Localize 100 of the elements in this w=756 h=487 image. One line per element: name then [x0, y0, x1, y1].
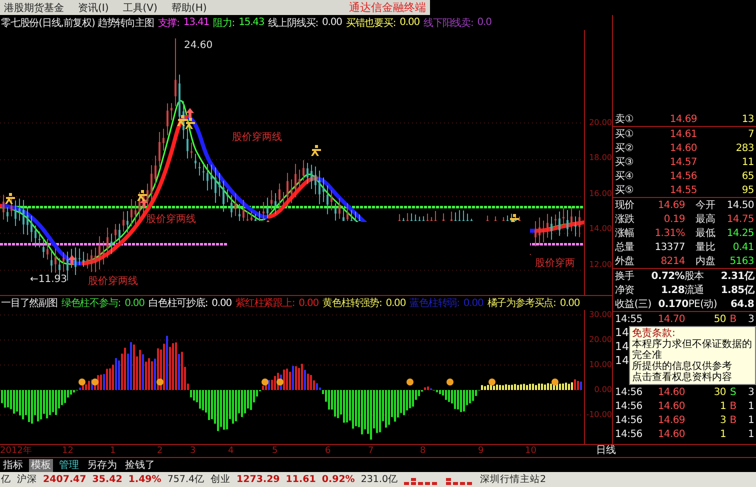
tick-time: 14:56 [615, 428, 644, 440]
panel-tab[interactable]: 另存为 [85, 458, 119, 472]
tick-count: 1 [746, 414, 754, 426]
panel-tab[interactable]: 捡钱了 [123, 458, 157, 472]
menu-item[interactable]: 港股期货基金 [4, 0, 64, 14]
quote-label: 换手 [615, 270, 634, 283]
date-label: 10 [525, 445, 536, 457]
tick-price: 14.60 [656, 400, 685, 412]
date-label: 8 [420, 445, 426, 457]
date-label: 3 [190, 445, 196, 457]
date-label: 5 [272, 445, 278, 457]
quote-volume: 7 [746, 128, 754, 140]
status-text: 1273.29 [236, 474, 280, 485]
indicator-label: 买错也要买: [346, 16, 396, 30]
quote-value: 0.19 [662, 214, 685, 224]
status-text: 2407.47 [43, 474, 86, 485]
tick-price: 14.60 [656, 386, 685, 398]
signal-label: 股价穿两线 [232, 132, 282, 143]
axis-label: 10.00 [588, 360, 612, 371]
status-text: 创业 [210, 473, 231, 486]
quote-value: 2.31亿 [720, 270, 754, 283]
quote-value: 13377 [654, 242, 685, 252]
status-text: 35.42 [92, 474, 122, 485]
indicator-value: 15.43 [238, 17, 264, 28]
quote-label: 内盘 [694, 254, 715, 268]
date-label: 7 [368, 445, 374, 457]
quote-price: 14.56 [668, 170, 697, 182]
quote-label: 卖① [615, 112, 634, 126]
quote-price: 14.60 [668, 142, 697, 154]
indicator-label: 阻力: [212, 16, 235, 30]
indicator-label: 蓝色柱转弱: [410, 296, 460, 310]
panel-tab[interactable]: 模板 [29, 458, 53, 472]
quote-label: 净资 [615, 284, 634, 297]
date-label: 2012年 [0, 445, 32, 457]
quote-value: 14.69 [656, 200, 685, 210]
panel-tab[interactable]: 管理 [57, 458, 81, 472]
status-text: 757.4亿 [167, 473, 205, 486]
date-label: 9 [478, 445, 484, 457]
tick-side: B [728, 414, 738, 426]
period-label[interactable]: 日线 [596, 445, 616, 457]
quote-label: 涨跌 [615, 212, 636, 226]
axis-label: 30.00 [588, 310, 612, 321]
signal-label: 股价穿两线 [88, 276, 138, 287]
quote-label: 收益(三) [615, 298, 652, 311]
chart-title: 一目了然副图 [1, 297, 58, 310]
date-label: 6 [325, 445, 331, 457]
quote-label: 买⑤ [615, 184, 634, 197]
axis-label: -10.00 [585, 410, 612, 421]
quote-label: PE(动) [688, 298, 717, 311]
indicator-value: 0.00 [212, 298, 232, 308]
tick-volume: 1 [718, 400, 726, 412]
axis-label: 14.00 [588, 224, 612, 236]
tick-time: 14:56 [615, 414, 644, 426]
tooltip-text: 点击查看权息资料内容 [632, 372, 733, 383]
quote-label: 外盘 [615, 255, 636, 268]
date-label: 1 [110, 445, 116, 457]
indicator-value: 0.00 [463, 298, 484, 308]
tick-time: 14 [615, 326, 629, 340]
menu-item[interactable]: 帮助(H) [171, 0, 207, 14]
tick-volume: 3 [718, 414, 726, 426]
quote-volume: 65 [740, 170, 754, 182]
quote-label: 量比 [694, 240, 715, 254]
tick-volume: 50 [712, 314, 726, 324]
panel-tab[interactable]: 指标 [1, 458, 25, 472]
quote-label: 买① [615, 128, 634, 141]
status-text: 沪深 [17, 473, 37, 486]
tick-price: 14.60 [656, 428, 685, 440]
indicator-label: 绿色柱不参与: [61, 296, 121, 310]
quote-label: 最高 [694, 212, 715, 226]
indicator-value: 0.00 [386, 298, 406, 308]
menu-item[interactable]: 资讯(I) [78, 0, 109, 14]
quote-value: 0.41 [732, 242, 754, 252]
chart-title: 零七股份(日线,前复权) 趋势转向主图 [1, 16, 154, 30]
tick-side: B [728, 400, 738, 412]
quote-value: 14.75 [726, 214, 754, 224]
tick-volume: 1 [718, 428, 726, 440]
axis-label: 20.00 [588, 118, 612, 129]
indicator-value: 0.0 [477, 17, 492, 28]
axis-label: 18.00 [588, 153, 612, 164]
indicator-label: 线上阴线买: [268, 16, 318, 30]
tooltip-text: 所提供的信息仅供参考 [632, 361, 733, 372]
quote-volume: 13 [740, 114, 754, 124]
indicator-label: 支撑: [158, 16, 180, 30]
axis-label: 20.00 [588, 335, 612, 346]
tick-time: 14 [615, 354, 629, 368]
indicator-label: 线下阳线卖: [424, 16, 474, 30]
quote-value: 64.8 [730, 298, 754, 310]
tick-side: B [728, 314, 738, 324]
quote-label: 涨幅 [615, 226, 636, 240]
quote-volume: 95 [740, 184, 754, 196]
tick-time: 14:55 [615, 314, 644, 324]
indicator-label: 黄色柱转强势: [322, 296, 382, 310]
quote-label: 今开 [694, 199, 715, 212]
quote-volume: 283 [734, 142, 754, 154]
quote-price: 14.57 [668, 156, 697, 168]
indicator-value: 0.00 [400, 17, 420, 28]
menu-item[interactable]: 工具(V) [122, 0, 158, 14]
tick-time: 14 [615, 340, 629, 354]
tooltip-text: 本程序力求但不保证数据的完全准 [632, 339, 753, 361]
axis-label: 0.00 [593, 385, 612, 396]
